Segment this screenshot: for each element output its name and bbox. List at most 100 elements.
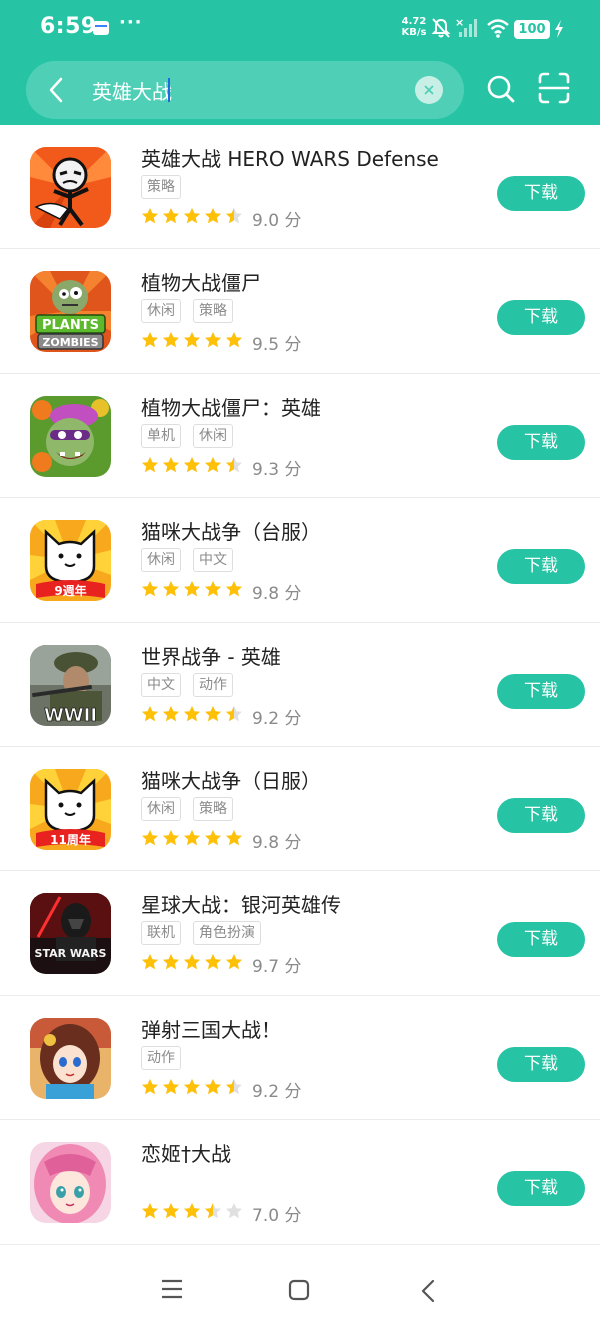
list-item[interactable]: 弹射三国大战！ 动作 9.2 分 下载 <box>0 996 600 1121</box>
star-full-icon <box>163 456 179 472</box>
app-tag: 动作 <box>141 1045 181 1070</box>
app-name: 星球大战：银河英雄传 <box>141 893 341 918</box>
star-full-icon <box>142 1203 158 1219</box>
cellular-signal-icon: × <box>455 17 477 37</box>
star-full-icon <box>205 332 221 348</box>
star-full-icon <box>184 829 200 846</box>
app-tag: 中文 <box>141 672 181 697</box>
star-full-icon <box>205 954 221 970</box>
battle-cats-9-icon: 9週年 <box>30 520 111 602</box>
svg-text:×: × <box>455 17 464 29</box>
download-button[interactable]: 下载 <box>497 673 585 709</box>
star-full-icon <box>142 581 158 597</box>
download-button[interactable]: 下载 <box>497 549 585 585</box>
star-full-icon <box>163 954 179 970</box>
list-item[interactable]: 恋姬†大战 7.0 分 下载 <box>0 1120 600 1245</box>
star-full-icon <box>163 829 179 846</box>
star-full-icon <box>163 1078 179 1094</box>
star-empty-icon <box>226 1203 242 1219</box>
battle-cats-11-icon: 11周年 <box>30 768 111 850</box>
download-button[interactable]: 下载 <box>497 300 585 336</box>
app-score: 9.3 分 <box>252 459 302 480</box>
rating-stars <box>141 1202 243 1222</box>
star-full-icon <box>142 332 158 348</box>
search-icon[interactable] <box>484 72 518 106</box>
app-tag: 中文 <box>193 548 233 573</box>
star-half-icon <box>226 208 242 224</box>
app-tag: 策略 <box>141 175 181 199</box>
app-tag: 策略 <box>193 299 233 324</box>
plants-vs-zombies-icon: PLANTS ZOMBIES <box>30 271 111 353</box>
app-tags: 休闲 策略 <box>141 299 233 324</box>
star-full-icon <box>184 208 200 224</box>
battle-cats-11-badge: 11周年 <box>50 832 91 847</box>
app-tags: 休闲 中文 <box>141 548 233 573</box>
home-square-icon[interactable] <box>288 1279 310 1301</box>
star-wars-icon: STAR WARS <box>30 893 111 975</box>
app-tags: 动作 <box>141 1045 181 1070</box>
network-speed-unit: KB/s <box>401 27 427 38</box>
star-full-icon <box>163 332 179 348</box>
app-name: 猫咪大战争（日服） <box>141 768 321 793</box>
scan-icon[interactable] <box>537 71 571 105</box>
download-button[interactable]: 下载 <box>497 922 585 958</box>
app-tag: 策略 <box>193 796 233 821</box>
more-notifications-icon: ··· <box>119 12 143 33</box>
clear-search-button[interactable] <box>415 76 443 104</box>
list-item[interactable]: STAR WARS 星球大战：银河英雄传 联机 角色扮演 9.7 分 下载 <box>0 871 600 996</box>
star-full-icon <box>184 456 200 472</box>
list-item[interactable]: PLANTS ZOMBIES 植物大战僵尸 休闲 策略 9.5 分 下载 <box>0 249 600 374</box>
download-button[interactable]: 下载 <box>497 1171 585 1207</box>
star-full-icon <box>226 581 242 597</box>
star-full-icon <box>205 456 221 472</box>
system-nav-bar <box>0 1245 600 1333</box>
star-full-icon <box>163 208 179 224</box>
star-full-icon <box>163 581 179 597</box>
message-notification-icon <box>93 21 109 35</box>
app-score: 7.0 分 <box>252 1206 302 1227</box>
list-item[interactable]: 11周年 猫咪大战争（日服） 休闲 策略 9.8 分 下载 <box>0 747 600 872</box>
app-tag: 休闲 <box>141 796 181 821</box>
app-tag: 休闲 <box>141 548 181 573</box>
status-bar: 6:59 ··· 4.72 KB/s × 100 <box>0 0 600 58</box>
back-triangle-icon[interactable] <box>420 1279 436 1303</box>
app-tag: 休闲 <box>141 299 181 324</box>
list-item[interactable]: 英雄大战 HERO WARS Defense 策略 9.0 分 下载 <box>0 125 600 250</box>
star-full-icon <box>184 581 200 597</box>
download-button[interactable]: 下载 <box>497 797 585 833</box>
app-header: 6:59 ··· 4.72 KB/s × 100 <box>0 0 600 125</box>
star-full-icon <box>142 829 158 846</box>
mute-bell-icon <box>431 18 451 38</box>
app-tag: 单机 <box>141 423 181 448</box>
chevron-left-icon[interactable] <box>46 76 68 104</box>
download-button[interactable]: 下载 <box>497 424 585 460</box>
star-full-icon <box>184 332 200 348</box>
rating-stars <box>141 456 243 476</box>
star-full-icon <box>226 332 242 348</box>
rating-stars <box>141 1078 243 1098</box>
svg-text:PLANTS: PLANTS <box>42 318 99 333</box>
star-full-icon <box>184 954 200 970</box>
star-full-icon <box>205 581 221 597</box>
star-full-icon <box>163 1203 179 1219</box>
list-item[interactable]: WWII 世界战争 - 英雄 中文 动作 9.2 分 下载 <box>0 623 600 747</box>
app-tags: 策略 <box>141 175 181 199</box>
rating-stars <box>141 331 243 351</box>
app-name: 英雄大战 HERO WARS Defense <box>141 147 439 171</box>
pvz-heroes-icon <box>30 395 111 477</box>
star-full-icon <box>184 1078 200 1094</box>
search-input[interactable] <box>92 74 402 106</box>
download-button[interactable]: 下载 <box>497 1046 585 1082</box>
battery-level: 100 <box>514 20 550 39</box>
charging-bolt-icon <box>555 20 563 38</box>
text-cursor <box>168 78 170 102</box>
star-full-icon <box>205 829 221 846</box>
download-button[interactable]: 下载 <box>497 176 585 211</box>
menu-icon[interactable] <box>161 1279 183 1299</box>
list-item[interactable]: 植物大战僵尸：英雄 单机 休闲 9.3 分 下载 <box>0 374 600 499</box>
list-item[interactable]: 9週年 猫咪大战争（台服） 休闲 中文 9.8 分 下载 <box>0 498 600 623</box>
app-tag: 休闲 <box>193 423 233 448</box>
star-full-icon <box>142 954 158 970</box>
app-name: 恋姬†大战 <box>141 1142 231 1167</box>
star-wars-logo-text: STAR WARS <box>35 947 107 960</box>
